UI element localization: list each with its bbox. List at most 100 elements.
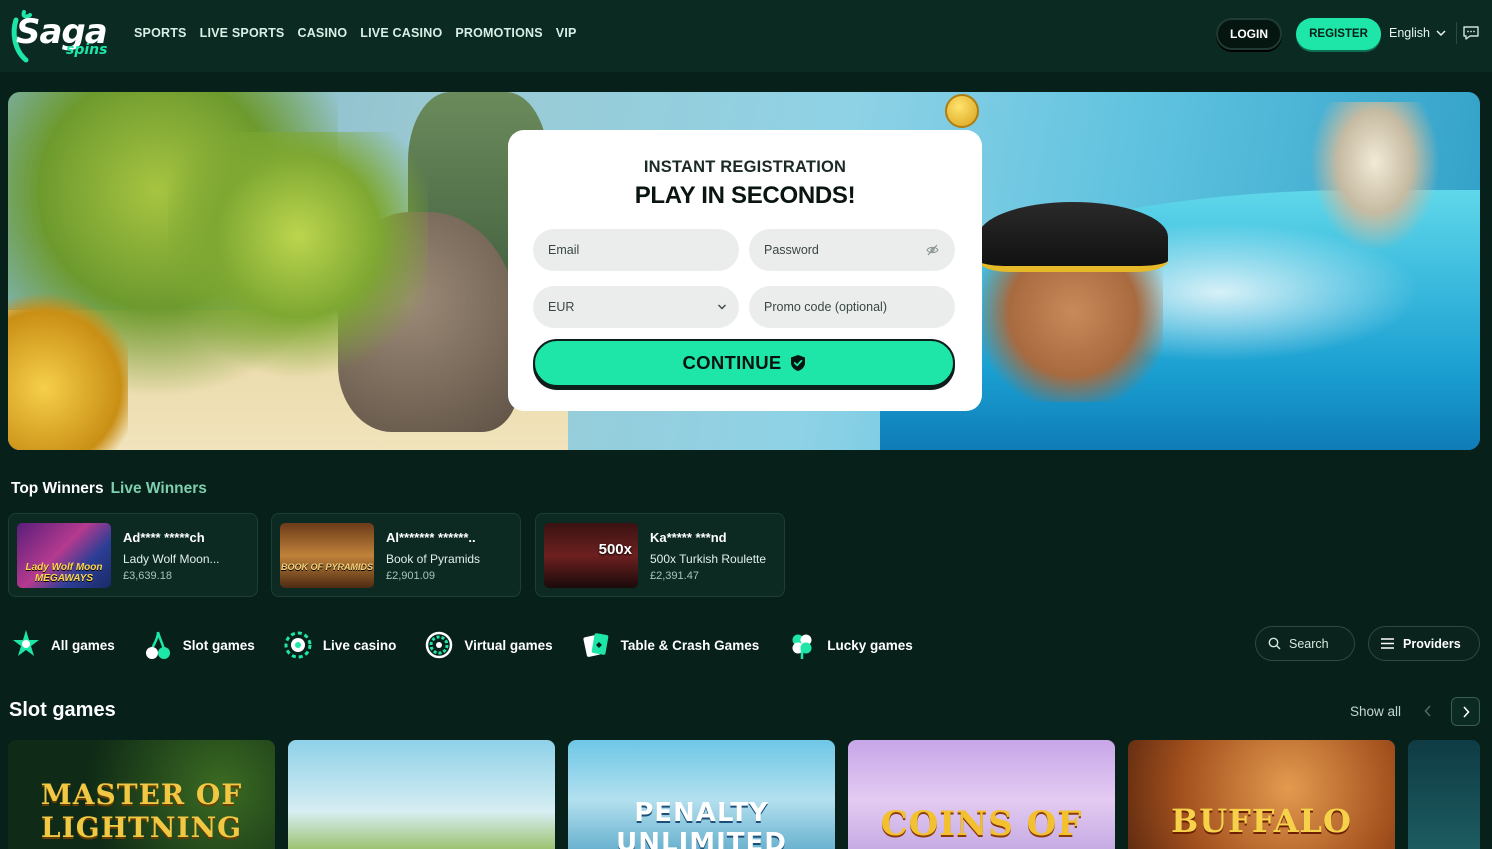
providers-label: Providers — [1403, 636, 1461, 651]
hero-palm-right — [168, 132, 428, 392]
game-tile-title: PENALTY UNLIMITED — [616, 798, 787, 849]
category-slot-games[interactable]: Slot games — [143, 628, 255, 662]
game-tile-title: BUFFALO — [1171, 802, 1352, 840]
cards-icon — [583, 633, 608, 657]
promo-code-input[interactable] — [764, 300, 944, 314]
winner-name: Ad**** *****ch — [123, 530, 205, 545]
clover-icon — [792, 634, 812, 659]
virtual-chip-icon — [426, 631, 453, 659]
game-thumbnail: BOOK OF PYRAMIDS — [280, 523, 374, 588]
category-label: Lucky games — [827, 637, 913, 653]
nav-promotions[interactable]: PROMOTIONS — [455, 26, 542, 40]
nav-casino[interactable]: CASINO — [297, 26, 347, 40]
nav-live-casino[interactable]: LIVE CASINO — [360, 26, 442, 40]
hero-coin-pile — [8, 292, 128, 450]
search-icon — [1268, 637, 1281, 650]
game-thumbnail: Lady Wolf Moon MEGAWAYS — [17, 523, 111, 588]
nav-sports[interactable]: SPORTS — [134, 26, 187, 40]
game-category-bar: All games Slot games Live casino Virtual… — [11, 628, 941, 662]
winner-amount: £3,639.18 — [123, 570, 172, 582]
chevron-left-icon — [1424, 705, 1431, 717]
game-tile[interactable]: PENALTY UNLIMITED — [568, 740, 835, 849]
thumbnail-title: Lady Wolf Moon MEGAWAYS — [25, 562, 103, 584]
winner-card[interactable]: BOOK OF PYRAMIDS Al******* ******.. Book… — [271, 513, 521, 597]
search-label: Search — [1289, 636, 1329, 651]
currency-value: EUR — [548, 300, 575, 314]
category-all-games[interactable]: All games — [11, 628, 115, 662]
carousel-prev-button[interactable] — [1420, 702, 1436, 720]
hero-ship — [1310, 102, 1440, 252]
shield-check-icon — [790, 355, 805, 371]
language-selector[interactable]: English — [1389, 26, 1446, 40]
game-tile-title: MASTER OF LIGHTNING — [40, 778, 243, 844]
roulette-chip-icon — [284, 631, 312, 659]
currency-select[interactable]: EUR — [533, 286, 739, 328]
continue-button[interactable]: CONTINUE — [533, 339, 955, 387]
winner-game: Lady Wolf Moon... — [123, 552, 220, 566]
winners-tabs: Top Winners Live Winners — [11, 480, 207, 498]
game-tile[interactable]: COINS OF ZEUS — [848, 740, 1115, 849]
chevron-down-icon — [718, 304, 726, 310]
nav-vip[interactable]: VIP — [556, 26, 577, 40]
category-label: Slot games — [182, 637, 255, 653]
chevron-down-icon — [1436, 29, 1446, 36]
tab-top-winners[interactable]: Top Winners — [11, 480, 104, 498]
game-tile-title: COINS OF ZEUS — [880, 804, 1083, 849]
category-label: Table & Crash Games — [620, 637, 760, 653]
menu-icon — [1381, 638, 1394, 649]
registration-subtitle: INSTANT REGISTRATION — [643, 158, 847, 176]
hero-coin — [945, 94, 979, 128]
main-nav: SPORTS LIVE SPORTS CASINO LIVE CASINO PR… — [134, 26, 577, 40]
winner-amount: £2,901.09 — [386, 570, 435, 582]
category-table-crash[interactable]: Table & Crash Games — [581, 628, 760, 662]
register-button[interactable]: REGISTER — [1296, 18, 1381, 50]
providers-button[interactable]: Providers — [1368, 626, 1480, 661]
category-virtual-games[interactable]: Virtual games — [424, 628, 553, 662]
category-lucky-games[interactable]: Lucky games — [787, 628, 913, 662]
top-navbar: Saga spins SPORTS LIVE SPORTS CASINO LIV… — [0, 0, 1492, 72]
registration-card: INSTANT REGISTRATION PLAY IN SECONDS! EU… — [508, 130, 982, 411]
show-all-link[interactable]: Show all — [1350, 704, 1401, 719]
email-input[interactable] — [548, 243, 698, 257]
category-label: Live casino — [322, 637, 397, 653]
search-button[interactable]: Search — [1255, 626, 1355, 661]
continue-label: CONTINUE — [682, 352, 782, 373]
winner-card[interactable]: Lady Wolf Moon MEGAWAYS Ad**** *****ch L… — [8, 513, 258, 597]
game-tile[interactable]: MASTER OF LIGHTNING — [8, 740, 275, 849]
login-button[interactable]: LOGIN — [1216, 18, 1282, 50]
eye-hidden-icon[interactable] — [926, 244, 939, 256]
tab-live-winners[interactable]: Live Winners — [111, 480, 207, 498]
game-tile[interactable] — [288, 740, 555, 849]
category-label: Virtual games — [464, 637, 553, 653]
slot-games-heading: Slot games — [9, 699, 116, 721]
winner-card[interactable]: 500x Ka***** ***nd 500x Turkish Roulette… — [535, 513, 785, 597]
cherry-icon — [145, 631, 170, 659]
chevron-right-icon — [1462, 705, 1470, 718]
chat-icon[interactable] — [1462, 25, 1480, 41]
game-thumbnail: 500x — [544, 523, 638, 588]
registration-title: PLAY IN SECONDS! — [634, 182, 856, 209]
winner-game: Book of Pyramids — [386, 552, 481, 566]
all-games-icon — [13, 630, 39, 656]
saga-spins-logo[interactable]: Saga spins — [10, 6, 110, 66]
nav-divider — [1456, 22, 1457, 44]
category-label: All games — [51, 637, 115, 653]
hero-pirate-hat — [978, 202, 1168, 272]
nav-live-sports[interactable]: LIVE SPORTS — [200, 26, 285, 40]
winner-name: Al******* ******.. — [386, 530, 476, 545]
winner-game: 500x Turkish Roulette — [650, 552, 767, 566]
language-label: English — [1389, 26, 1430, 40]
carousel-next-button[interactable] — [1451, 697, 1480, 726]
email-field[interactable] — [533, 229, 739, 271]
thumbnail-title: 500x — [598, 541, 632, 558]
password-field[interactable] — [749, 229, 955, 271]
winner-name: Ka***** ***nd — [650, 530, 727, 545]
thumbnail-title: BOOK OF PYRAMIDS — [280, 562, 373, 572]
category-live-casino[interactable]: Live casino — [283, 628, 397, 662]
logo-text-sub: spins — [66, 42, 108, 58]
game-tile[interactable] — [1408, 740, 1480, 849]
promo-code-field[interactable] — [749, 286, 955, 328]
winner-amount: £2,391.47 — [650, 570, 699, 582]
game-tile[interactable]: BUFFALO — [1128, 740, 1395, 849]
password-input[interactable] — [764, 243, 914, 257]
